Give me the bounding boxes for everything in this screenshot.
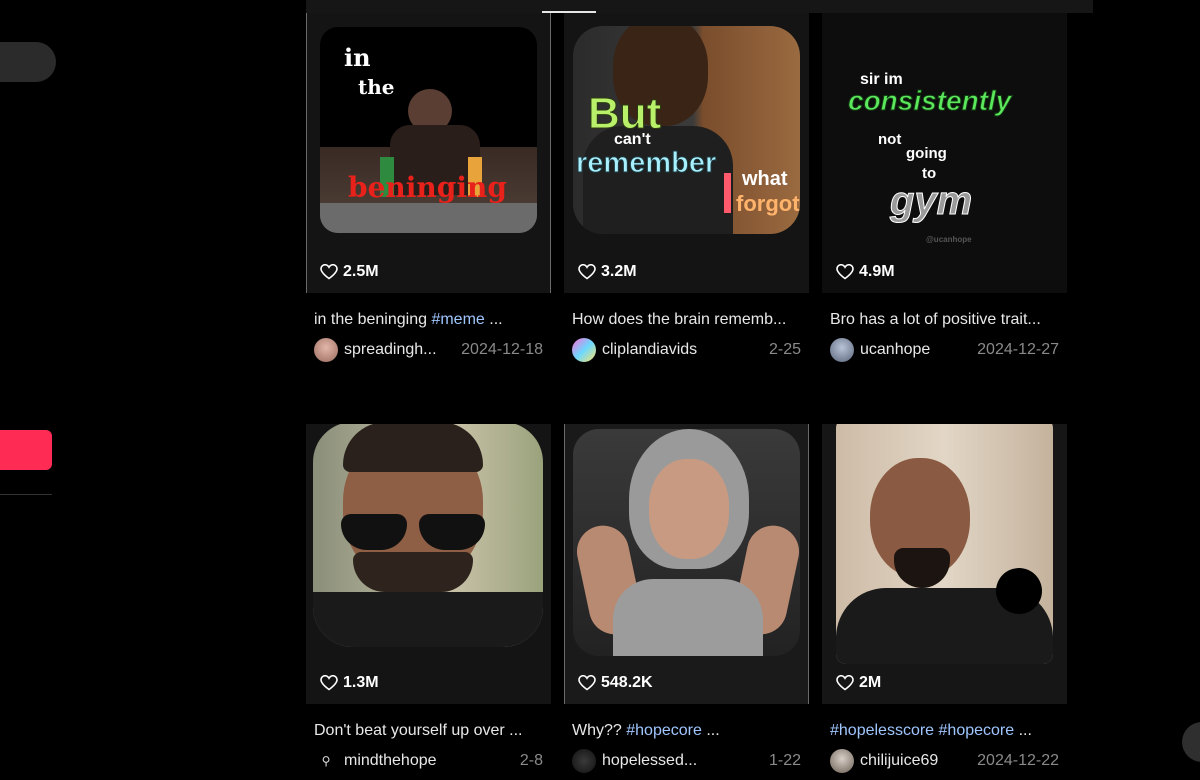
caption-ellipsis: ... xyxy=(484,311,503,328)
post-date: 2024-12-27 xyxy=(977,341,1059,358)
video-meta: ucanhope 2024-12-27 xyxy=(822,338,1067,362)
overlay-text: the xyxy=(358,75,395,99)
like-count-text: 3.2M xyxy=(601,263,637,280)
video-card[interactable]: in the beninging 2.5M in the beninging #… xyxy=(306,13,551,362)
video-caption[interactable]: in the beninging #meme ... xyxy=(306,311,551,329)
sidebar-search-pill[interactable] xyxy=(0,42,56,82)
like-count: 548.2K xyxy=(578,674,653,692)
video-meta: ⚲ mindthehope 2-8 xyxy=(306,749,551,773)
video-card[interactable]: sir im consistently not going to gym @uc… xyxy=(822,13,1067,362)
video-thumbnail[interactable]: But can't remember what forgot 3.2M xyxy=(564,13,809,293)
post-date: 2024-12-22 xyxy=(977,752,1059,769)
author-name[interactable]: cliplandiavids xyxy=(602,341,761,359)
hashtag-link[interactable]: #hopecore xyxy=(626,722,702,739)
like-count: 1.3M xyxy=(320,674,379,692)
heart-outline-icon xyxy=(836,675,854,691)
hashtag-link[interactable]: #hopelesscore #hopecore xyxy=(830,722,1014,739)
caption-ellipsis: ... xyxy=(701,722,720,739)
caption-text: Bro has a lot of positive trait... xyxy=(830,311,1041,328)
like-count: 2.5M xyxy=(320,263,379,281)
author-name[interactable]: ucanhope xyxy=(860,341,969,359)
avatar[interactable] xyxy=(830,338,854,362)
video-card[interactable]: 1.3M Don't beat yourself up over ... ⚲ m… xyxy=(306,424,551,773)
video-card[interactable]: But can't remember what forgot 3.2M How … xyxy=(564,13,809,362)
overlay-text: remember xyxy=(575,147,717,180)
tab-bar xyxy=(306,0,1093,13)
video-thumbnail[interactable]: in the beninging 2.5M xyxy=(306,13,551,293)
heart-outline-icon xyxy=(320,675,338,691)
video-thumbnail[interactable]: 2M xyxy=(822,424,1067,704)
overlay-text: beninging xyxy=(348,171,507,204)
author-name[interactable]: chilijuice69 xyxy=(860,752,969,770)
post-date: 1-22 xyxy=(768,752,801,769)
like-count: 2M xyxy=(836,674,881,692)
like-count-text: 4.9M xyxy=(859,263,895,280)
post-date: 2-8 xyxy=(519,752,543,769)
like-count-text: 2M xyxy=(859,674,882,691)
video-thumbnail[interactable]: sir im consistently not going to gym @uc… xyxy=(822,13,1067,293)
scroll-button[interactable] xyxy=(1182,722,1200,762)
caption-ellipsis: ... xyxy=(1014,722,1032,739)
heart-outline-icon xyxy=(578,264,596,280)
overlay-text: forgot xyxy=(736,191,800,216)
sidebar-login-button[interactable] xyxy=(0,430,52,470)
overlay-text: not xyxy=(878,131,902,148)
video-caption[interactable]: Why?? #hopecore ... xyxy=(564,722,809,740)
sidebar-divider xyxy=(0,494,52,495)
author-name[interactable]: spreadingh... xyxy=(344,341,453,359)
post-date: 2024-12-18 xyxy=(461,341,543,358)
video-card[interactable]: 2M #hopelesscore #hopecore ... chilijuic… xyxy=(822,424,1067,773)
heart-outline-icon xyxy=(836,264,854,280)
video-card[interactable]: 548.2K Why?? #hopecore ... hopelessed...… xyxy=(564,424,809,773)
overlay-text: gym xyxy=(889,179,973,224)
video-meta: hopelessed... 1-22 xyxy=(564,749,809,773)
like-count-text: 2.5M xyxy=(343,263,379,280)
author-name[interactable]: hopelessed... xyxy=(602,752,761,770)
video-meta: cliplandiavids 2-25 xyxy=(564,338,809,362)
overlay-text: in xyxy=(344,43,371,72)
like-count: 3.2M xyxy=(578,263,637,281)
like-count-text: 548.2K xyxy=(601,674,653,691)
video-thumbnail[interactable]: 1.3M xyxy=(306,424,551,704)
overlay-bar xyxy=(724,173,731,213)
author-name[interactable]: mindthehope xyxy=(344,752,512,770)
overlay-text: consistently xyxy=(847,85,1012,117)
video-caption[interactable]: Don't beat yourself up over ... xyxy=(306,722,551,740)
avatar[interactable] xyxy=(830,749,854,773)
video-caption[interactable]: How does the brain rememb... xyxy=(564,311,809,329)
caption-text: Why?? xyxy=(572,722,627,739)
overlay-text: what xyxy=(742,168,788,190)
hashtag-link[interactable]: #meme xyxy=(431,311,484,328)
video-thumbnail[interactable]: 548.2K xyxy=(564,424,809,704)
post-date: 2-25 xyxy=(768,341,801,358)
caption-text: Don't beat yourself up over ... xyxy=(314,722,523,739)
avatar[interactable] xyxy=(572,749,596,773)
heart-outline-icon xyxy=(578,675,596,691)
watermark-text: @ucanhope xyxy=(926,235,972,244)
video-caption[interactable]: #hopelesscore #hopecore ... xyxy=(822,722,1067,740)
caption-text: in the beninging xyxy=(314,311,432,328)
heart-outline-icon xyxy=(320,264,338,280)
caption-text: How does the brain rememb... xyxy=(572,311,787,328)
mindthehope-logo-icon[interactable]: ⚲ xyxy=(314,749,338,773)
like-count: 4.9M xyxy=(836,263,895,281)
video-caption[interactable]: Bro has a lot of positive trait... xyxy=(822,311,1067,329)
video-meta: spreadingh... 2024-12-18 xyxy=(306,338,551,362)
avatar[interactable] xyxy=(314,338,338,362)
overlay-text: going xyxy=(906,145,947,162)
like-count-text: 1.3M xyxy=(343,674,379,691)
video-meta: chilijuice69 2024-12-22 xyxy=(822,749,1067,773)
avatar[interactable] xyxy=(572,338,596,362)
